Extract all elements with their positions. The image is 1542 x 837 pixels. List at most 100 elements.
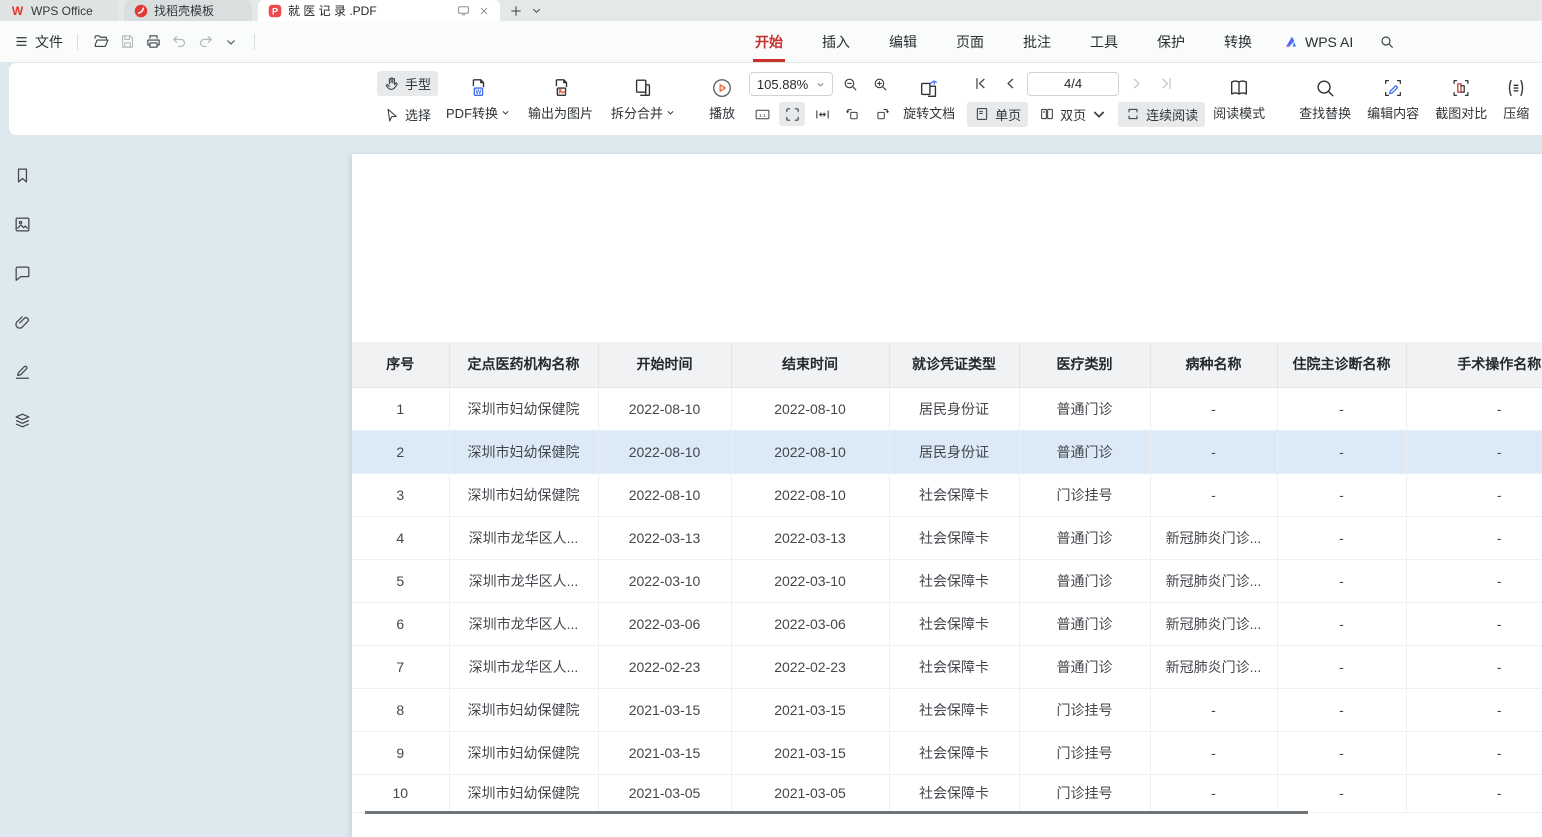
zoom-level-select[interactable]: 105.88%: [749, 72, 833, 96]
fit-width-button[interactable]: [809, 102, 835, 126]
chevron-down-icon: [501, 108, 510, 117]
split-merge-icon: [632, 77, 654, 99]
tab-document-active[interactable]: P 就 医 记 录 .PDF: [258, 0, 500, 21]
table-cell: 6: [352, 602, 449, 645]
table-header-cell: 结束时间: [731, 342, 889, 387]
undo-button[interactable]: [166, 29, 192, 55]
attachments-button[interactable]: [8, 308, 36, 336]
table-row: 9深圳市妇幼保健院2021-03-152021-03-15社会保障卡门诊挂号--…: [352, 731, 1542, 774]
table-cell: -: [1406, 774, 1542, 812]
select-tool-button[interactable]: 选择: [377, 102, 438, 127]
table-cell: -: [1150, 387, 1277, 430]
zoom-out-icon: [842, 76, 859, 93]
zoom-out-button[interactable]: [837, 72, 863, 96]
layers-button[interactable]: [8, 406, 36, 434]
bookmarks-button[interactable]: [8, 161, 36, 189]
table-cell: 8: [352, 688, 449, 731]
table-cell: 2022-03-13: [731, 516, 889, 559]
find-replace-button[interactable]: 查找替换: [1291, 75, 1359, 124]
page-number-input[interactable]: 4/4: [1027, 72, 1119, 96]
wps-logo-icon: W: [10, 3, 25, 18]
actual-size-button[interactable]: 1:1: [749, 102, 775, 126]
next-page-button[interactable]: [1123, 72, 1149, 96]
edit-content-button[interactable]: 编辑内容: [1359, 75, 1427, 124]
thumbnails-button[interactable]: [8, 210, 36, 238]
table-cell: -: [1277, 688, 1406, 731]
docer-icon: [134, 4, 148, 18]
table-cell: -: [1150, 774, 1277, 812]
table-header-cell: 就诊凭证类型: [889, 342, 1019, 387]
first-page-button[interactable]: [967, 72, 993, 96]
table-cell: -: [1277, 559, 1406, 602]
rotate-left-button[interactable]: [839, 102, 865, 126]
play-button[interactable]: 播放: [701, 75, 743, 124]
print-button[interactable]: [140, 29, 166, 55]
hamburger-icon: [14, 34, 29, 49]
present-to-screen-icon[interactable]: [457, 4, 470, 17]
table-row: 7深圳市龙华区人...2022-02-232022-02-23社会保障卡普通门诊…: [352, 645, 1542, 688]
single-page-view-button[interactable]: 单页: [967, 102, 1028, 127]
open-file-button[interactable]: [88, 29, 114, 55]
save-icon: [119, 33, 136, 50]
reading-mode-button[interactable]: 阅读模式: [1205, 75, 1273, 124]
menu-tab-protect[interactable]: 保护: [1155, 28, 1187, 56]
rotate-document-button[interactable]: 旋转文档: [895, 75, 963, 124]
continuous-reading-button[interactable]: 连续阅读: [1118, 102, 1205, 127]
tab-label: 找稻壳模板: [154, 2, 214, 19]
menu-tab-convert[interactable]: 转换: [1222, 28, 1254, 56]
table-cell: 2021-03-15: [731, 731, 889, 774]
table-cell: 2021-03-15: [731, 688, 889, 731]
save-button[interactable]: [114, 29, 140, 55]
redo-icon: [197, 33, 214, 50]
table-cell: -: [1277, 473, 1406, 516]
comments-button[interactable]: [8, 259, 36, 287]
document-title: 就 医 记 录 .PDF: [288, 2, 451, 19]
export-as-image-button[interactable]: 输出为图片: [520, 75, 601, 124]
previous-page-button[interactable]: [997, 72, 1023, 96]
split-merge-label: 拆分合并: [611, 103, 663, 122]
zoom-in-button[interactable]: [867, 72, 893, 96]
export-image-icon: [550, 77, 572, 99]
close-tab-icon[interactable]: [478, 5, 490, 17]
last-page-button[interactable]: [1153, 72, 1179, 96]
tab-docer-templates[interactable]: 找稻壳模板: [124, 0, 252, 21]
pdf-convert-button[interactable]: W PDF转换: [438, 75, 518, 124]
compress-button[interactable]: 压缩: [1495, 75, 1537, 124]
rotate-right-button[interactable]: [869, 102, 895, 126]
menu-tab-tools[interactable]: 工具: [1088, 28, 1120, 56]
table-cell: -: [1406, 473, 1542, 516]
chevron-down-icon: [816, 80, 825, 89]
menu-search-button[interactable]: [1379, 34, 1395, 50]
table-cell: 社会保障卡: [889, 774, 1019, 812]
menu-tab-comment[interactable]: 批注: [1021, 28, 1053, 56]
table-cell: 普通门诊: [1019, 387, 1150, 430]
play-label: 播放: [709, 103, 735, 122]
quickbar-more-button[interactable]: [218, 29, 244, 55]
window-tab-bar: W WPS Office 找稻壳模板 P 就 医 记 录 .PDF: [0, 0, 1542, 21]
hand-tool-button[interactable]: 手型: [377, 71, 438, 96]
svg-text:1:1: 1:1: [759, 112, 766, 118]
file-menu-button[interactable]: 文件: [10, 32, 67, 52]
new-tab-button[interactable]: [506, 0, 526, 21]
menu-tab-page[interactable]: 页面: [954, 28, 986, 56]
pdf-file-icon: P: [268, 4, 282, 18]
screenshot-compare-button[interactable]: 截图对比: [1427, 75, 1495, 124]
screenshot-compare-label: 截图对比: [1435, 103, 1487, 122]
menu-tab-insert[interactable]: 插入: [820, 28, 852, 56]
pdf-page[interactable]: 序号定点医药机构名称开始时间结束时间就诊凭证类型医疗类别病种名称住院主诊断名称手…: [352, 154, 1542, 837]
divider: [254, 34, 255, 50]
redo-button[interactable]: [192, 29, 218, 55]
menu-tab-edit[interactable]: 编辑: [887, 28, 919, 56]
signature-button[interactable]: [8, 357, 36, 385]
menu-tab-home[interactable]: 开始: [753, 28, 785, 56]
table-cell: -: [1150, 731, 1277, 774]
wps-ai-button[interactable]: WPS AI: [1284, 34, 1353, 50]
table-header-cell: 序号: [352, 342, 449, 387]
table-cell: 社会保障卡: [889, 688, 1019, 731]
split-merge-button[interactable]: 拆分合并: [603, 75, 683, 124]
table-cell: 普通门诊: [1019, 559, 1150, 602]
fit-page-button[interactable]: [779, 102, 805, 126]
tab-wps-office[interactable]: W WPS Office: [0, 0, 118, 21]
double-page-view-button[interactable]: 双页: [1032, 102, 1114, 127]
tab-list-chevron-icon[interactable]: [526, 0, 546, 21]
